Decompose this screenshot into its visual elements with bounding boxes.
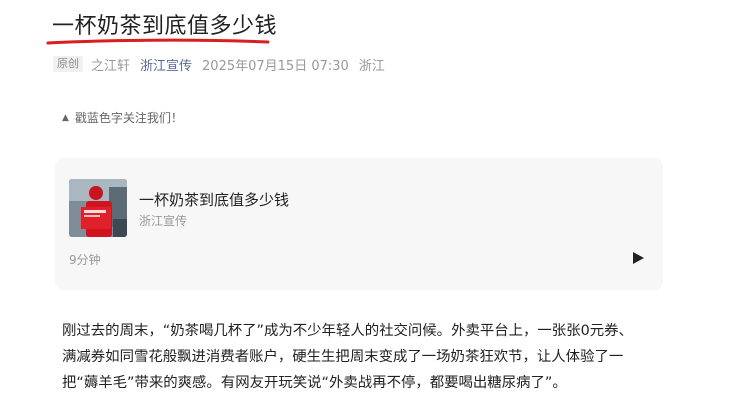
publish-region: 浙江 bbox=[358, 58, 385, 74]
card-thumbnail bbox=[69, 179, 127, 237]
card-duration: 9分钟 bbox=[69, 253, 101, 267]
publish-time: 2025年07月15日 07:30 bbox=[202, 58, 349, 74]
follow-tip: ▲ 戳蓝色字关注我们！ bbox=[62, 109, 183, 126]
original-badge: 原创 bbox=[53, 56, 83, 72]
article-meta: 原创 之江轩 浙江宣传 2025年07月15日 07:30 浙江 bbox=[53, 55, 385, 74]
card-title: 一杯奶茶到底值多少钱 bbox=[139, 191, 290, 209]
author-name: 之江轩 bbox=[91, 58, 131, 74]
article-body: 刚过去的周末，“奶茶喝几杯了”成为不少年轻人的社交问候。外卖平台上，一张张0元券… bbox=[62, 318, 672, 396]
account-link[interactable]: 浙江宣传 bbox=[140, 55, 192, 74]
play-icon[interactable] bbox=[631, 251, 645, 265]
triangle-up-icon: ▲ bbox=[62, 112, 69, 123]
body-line: 刚过去的周末，“奶茶喝几杯了”成为不少年轻人的社交问候。外卖平台上，一张张0元券… bbox=[62, 323, 633, 339]
audio-card[interactable]: 一杯奶茶到底值多少钱 浙江宣传 9分钟 bbox=[55, 158, 663, 290]
card-source: 浙江宣传 bbox=[139, 214, 188, 228]
body-line: 把“薅羊毛”带来的爽感。有网友开玩笑说“外卖战再不停，都要喝出糖尿病了”。 bbox=[62, 375, 567, 391]
body-line: 满减券如同雪花般飘进消费者账户，硬生生把周末变成了一场奶茶狂欢节，让人体验了一 bbox=[62, 349, 624, 365]
title-red-underline bbox=[46, 38, 270, 45]
follow-tip-text: 戳蓝色字关注我们！ bbox=[74, 111, 183, 125]
